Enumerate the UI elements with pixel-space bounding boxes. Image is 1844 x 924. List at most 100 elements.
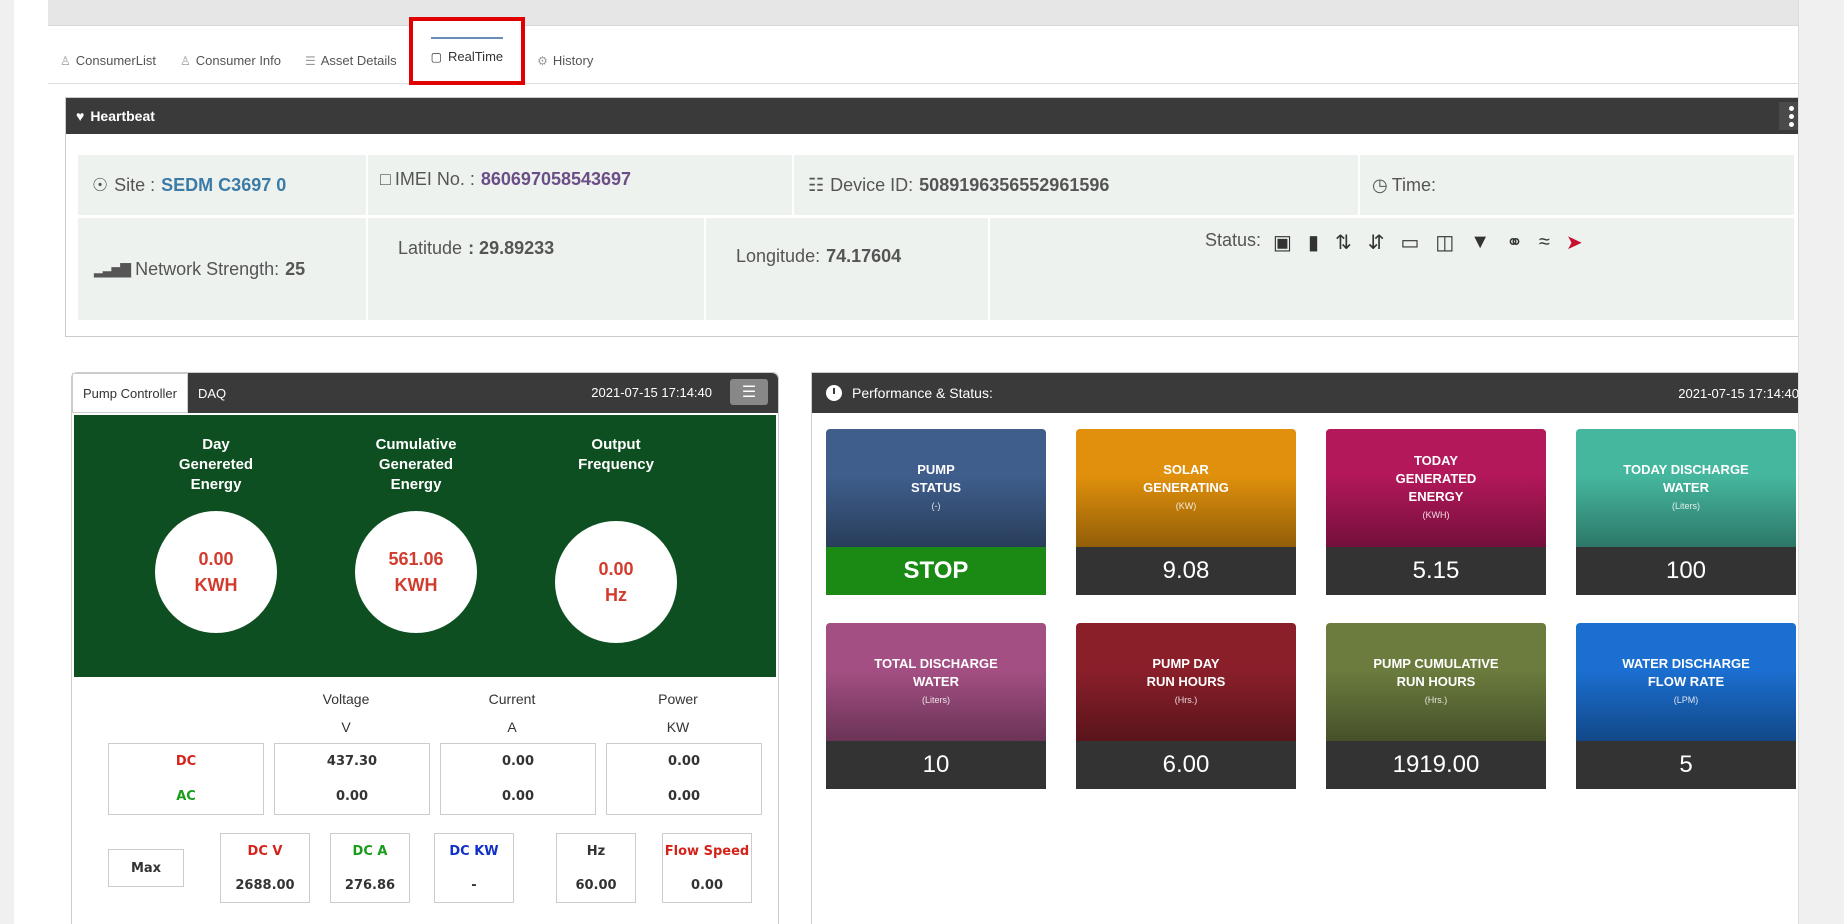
voltage-values: 437.30 0.00 (274, 743, 430, 815)
status-label: Status: (1205, 230, 1262, 250)
max-label: Max (130, 860, 162, 876)
max-label: Hz (586, 843, 606, 859)
max-label: Flow Speed (664, 843, 750, 859)
max-label: DC KW (449, 843, 499, 859)
heartbeat-title: Heartbeat (90, 108, 155, 124)
user-icon: ♙ (179, 53, 191, 68)
scrollbar[interactable] (1798, 0, 1820, 924)
max-dc-v: DC V 2688.00 (220, 833, 310, 903)
status-card: TOTAL DISCHARGE WATER (Liters) 10 (826, 623, 1046, 789)
meter-label: Cumulative (375, 436, 457, 453)
meter-label: Day (202, 436, 230, 453)
device-cell: ☷ Device ID: 5089196356552961596 (794, 155, 1358, 215)
pump-timestamp: 2021-07-15 17:14:40 (591, 385, 712, 400)
max-flow-speed: Flow Speed 0.00 (662, 833, 752, 903)
meter-unit: Hz (605, 585, 627, 605)
status-card-label: WATER (913, 674, 959, 689)
nav-tabs: ♙ ConsumerList ♙ Consumer Info ☰ Asset D… (48, 16, 1810, 85)
status-card-unit: (Hrs.) (1174, 695, 1198, 705)
status-card-title: PUMP CUMULATIVE RUN HOURS (Hrs.) (1326, 623, 1546, 741)
max-value: 276.86 (344, 877, 396, 893)
status-card-label: PUMP DAY (1152, 656, 1220, 671)
voltage-unit: V (341, 719, 351, 735)
max-value: 2688.00 (235, 877, 295, 893)
status-card-value: 9.08 (1076, 547, 1296, 595)
ac-voltage: 0.00 (335, 789, 369, 804)
meter-unit: KWH (394, 575, 438, 595)
list-toggle-button[interactable]: ☰ (730, 379, 768, 405)
meter-label: Output (591, 436, 641, 453)
status-card-label: TODAY DISCHARGE (1623, 462, 1749, 477)
page: ♙ ConsumerList ♙ Consumer Info ☰ Asset D… (14, 0, 1820, 924)
pump-controller-header: Pump Controller DAQ 2021-07-15 17:14:40 … (72, 373, 778, 413)
device-label: Device ID: (830, 174, 914, 195)
heartbeat-header: ♥ Heartbeat (66, 98, 1809, 134)
site-label: Site : (114, 174, 156, 195)
status-card-unit: (Liters) (921, 695, 950, 705)
status-icons: ▣ ▮ ⇅ ⇵ ▭ ◫ ▼ ⚭ ≈ ➤ (1273, 230, 1583, 255)
power-header: Power (658, 691, 698, 707)
meter-value: 0.00 (198, 549, 234, 569)
longitude-label: Longitude: (736, 246, 821, 266)
tab-label: Consumer Info (195, 53, 281, 68)
tab-label: Asset Details (320, 53, 397, 68)
site-value: SEDM C3697 0 (161, 174, 287, 195)
status-card-title: PUMP STATUS (-) (826, 429, 1046, 547)
status-card-label: ENERGY (1408, 489, 1464, 504)
max-label-box: Max (108, 849, 184, 887)
network-cell: ▂▃▅▇ Network Strength: 25 (78, 218, 366, 320)
meter-label (526, 475, 706, 495)
ac-power: 0.00 (667, 789, 701, 804)
status-card-title: WATER DISCHARGE FLOW RATE (LPM) (1576, 623, 1796, 741)
network-value: 25 (285, 258, 306, 279)
status-card-title: TOTAL DISCHARGE WATER (Liters) (826, 623, 1046, 741)
fingerprint-icon: ⚭ (1506, 232, 1523, 254)
status-card-unit: (Hrs.) (1424, 695, 1448, 705)
status-card-label: FLOW RATE (1647, 674, 1725, 689)
status-card-value: 10 (826, 741, 1046, 789)
imei-value: 860697058543697 (480, 169, 632, 189)
tab-pump-controller[interactable]: Pump Controller (72, 373, 188, 413)
gear-icon: ⚙ (537, 53, 548, 68)
latitude-cell: Latitude : 29.89233 (368, 218, 704, 320)
meter-value: 0.00 (598, 559, 634, 579)
status-card-label: STATUS (910, 480, 962, 495)
signal-icon: ▂▃▅▇ (94, 260, 131, 277)
longitude-cell: Longitude: 74.17604 (706, 218, 988, 320)
time-cell: ◷ Time: (1360, 155, 1794, 215)
status-cell: Status: ▣ ▮ ⇅ ⇵ ▭ ◫ ▼ ⚭ ≈ ➤ (990, 218, 1794, 320)
tab-history[interactable]: ⚙ History (525, 41, 605, 81)
tab-daq[interactable]: DAQ (188, 373, 236, 413)
current-values: 0.00 0.00 (440, 743, 596, 815)
max-value: 60.00 (575, 877, 617, 893)
status-card-label: TOTAL DISCHARGE (874, 656, 998, 671)
user-icon: ♙ (60, 53, 71, 68)
max-dc-a: DC A 276.86 (330, 833, 410, 903)
meter-gauge: 0.00 KWH (155, 511, 277, 633)
sort-icon: ⇅ (1334, 232, 1352, 254)
list-icon: ☰ (741, 384, 757, 401)
status-card-value: 6.00 (1076, 741, 1296, 789)
imei-label: IMEI No. : (394, 169, 475, 189)
status-card: PUMP DAY RUN HOURS (Hrs.) 6.00 (1076, 623, 1296, 789)
longitude-value: 74.17604 (826, 246, 902, 266)
clock-icon: ◷ (1372, 174, 1388, 195)
max-dc-kw: DC KW - (434, 833, 514, 903)
time-label: Time: (1391, 174, 1437, 195)
current-unit: A (507, 719, 517, 735)
tab-consumer-list[interactable]: ♙ ConsumerList (48, 41, 168, 81)
tab-asset-details[interactable]: ☰ Asset Details (293, 41, 409, 81)
ac-current: 0.00 (501, 789, 535, 804)
status-card-title: TODAY GENERATED ENERGY (KWH) (1326, 429, 1546, 547)
status-card-value: 100 (1576, 547, 1796, 595)
status-card-unit: (LPM) (1673, 695, 1699, 705)
tab-label: History (552, 53, 594, 68)
status-card-label: GENERATING (1143, 480, 1229, 495)
clock-icon (826, 385, 842, 401)
status-card-value: STOP (826, 547, 1046, 595)
tab-consumer-info[interactable]: ♙ Consumer Info (168, 41, 293, 81)
wifi-icon: ≈ (1538, 231, 1550, 253)
top-bar (48, 0, 1810, 26)
meter-gauge: 561.06 KWH (355, 511, 477, 633)
tab-realtime[interactable]: ▢ RealTime (408, 16, 526, 85)
